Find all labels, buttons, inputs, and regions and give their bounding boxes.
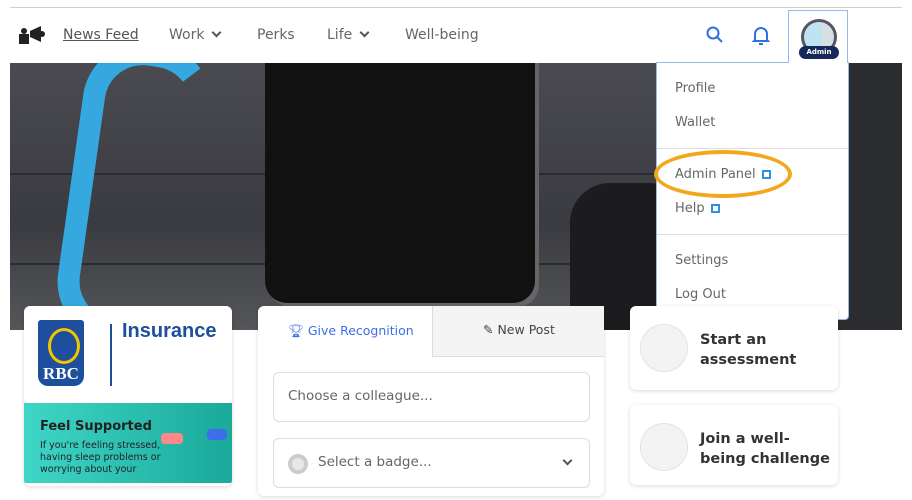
- menu-divider: [657, 148, 848, 149]
- promo-title: Feel Supported: [40, 419, 152, 434]
- phone: [265, 63, 535, 303]
- promo-body: If you're feeling stressed, having sleep…: [40, 440, 161, 475]
- brand-product: Insurance: [122, 320, 217, 342]
- pencil-icon: ✎: [483, 322, 498, 337]
- clipboard-icon: [640, 324, 688, 372]
- nav-work[interactable]: Work: [169, 27, 222, 43]
- nav-news-feed[interactable]: News Feed: [63, 27, 139, 43]
- chevron-down-icon: [212, 27, 222, 38]
- app-logo-icon[interactable]: [19, 25, 45, 45]
- well-being-challenge-card[interactable]: Join a well-being challenge: [630, 405, 838, 485]
- avatar-button[interactable]: Admin: [788, 10, 848, 63]
- well-being-challenge-label: Join a well-being challenge: [700, 431, 830, 467]
- start-assessment-card[interactable]: Start an assessment: [630, 306, 838, 390]
- badge-icon: [288, 454, 308, 474]
- menu-divider: [657, 234, 848, 235]
- badge-select[interactable]: Select a badge...: [273, 438, 590, 488]
- rbc-logo: RBC: [38, 320, 84, 386]
- highlight-ring: [654, 150, 792, 198]
- bell-icon[interactable]: [752, 26, 770, 46]
- tab-give-recognition[interactable]: 🏆︎ Give Recognition: [258, 306, 432, 356]
- nav-well-being[interactable]: Well-being: [405, 27, 479, 43]
- tab-new-post[interactable]: ✎ New Post: [432, 306, 604, 357]
- nav-work-label: Work: [169, 27, 205, 43]
- chevron-down-icon: [359, 27, 370, 38]
- admin-badge: Admin: [799, 46, 839, 59]
- tab-label: New Post: [497, 322, 555, 337]
- menu-log-out[interactable]: Log Out: [675, 287, 726, 302]
- tab-label: Give Recognition: [307, 323, 414, 338]
- chat-bubble-icon: [207, 429, 227, 440]
- chat-bubble-icon: [161, 433, 183, 444]
- sneaker-icon: [640, 423, 688, 471]
- composer-card: 🏆︎ Give Recognition ✎ New Post Choose a …: [258, 306, 604, 496]
- menu-help-label: Help: [675, 201, 705, 216]
- menu-settings[interactable]: Settings: [675, 253, 728, 268]
- promo-banner[interactable]: Feel Supported If you're feeling stresse…: [24, 403, 232, 483]
- tape-measure: [49, 63, 221, 330]
- nav-life[interactable]: Life: [327, 27, 370, 43]
- menu-profile[interactable]: Profile: [675, 81, 715, 96]
- colleague-input[interactable]: Choose a colleague...: [273, 372, 590, 422]
- search-icon[interactable]: [706, 26, 724, 44]
- trophy-icon: 🏆︎: [288, 323, 308, 338]
- top-divider: [10, 7, 902, 8]
- external-link-icon: [710, 204, 720, 213]
- chevron-down-icon: [562, 455, 573, 466]
- start-assessment-label: Start an assessment: [700, 332, 797, 368]
- badge-placeholder: Select a badge...: [318, 454, 432, 470]
- nav-life-label: Life: [327, 27, 353, 43]
- nav-perks[interactable]: Perks: [257, 27, 295, 43]
- brand-card: RBC Insurance Feel Supported If you're f…: [24, 306, 232, 486]
- menu-help[interactable]: Help: [675, 201, 720, 216]
- menu-wallet[interactable]: Wallet: [675, 115, 715, 130]
